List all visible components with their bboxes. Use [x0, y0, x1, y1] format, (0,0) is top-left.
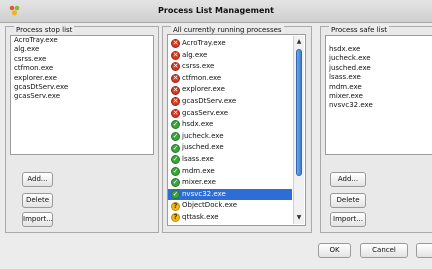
process-row[interactable]: ✓ nvsvc32.exe: [168, 188, 292, 201]
safe-add-button[interactable]: Add...: [330, 172, 366, 187]
stop-list-label: Process stop list: [14, 26, 75, 34]
process-name: lsass.exe: [182, 154, 214, 163]
stop-icon: ✕: [171, 62, 180, 72]
process-row[interactable]: ✓ hsdx.exe: [168, 119, 292, 131]
question-icon: ?: [171, 213, 180, 223]
process-row[interactable]: ✕ ctfmon.exe: [168, 73, 292, 85]
process-row[interactable]: ✕ csrss.exe: [168, 61, 292, 73]
check-icon: ✓: [171, 143, 180, 153]
list-item[interactable]: AcroTray.exe: [11, 36, 153, 45]
check-icon: ✓: [171, 120, 180, 130]
safe-import-button[interactable]: Import...: [330, 212, 366, 227]
apply-button[interactable]: [416, 243, 432, 258]
list-item[interactable]: csrss.exe: [11, 55, 153, 64]
running-rows: ✕ AcroTray.exe ✕ alg.exe ✕ csrss.exe ✕ ctfmon.e…: [168, 38, 292, 224]
list-item[interactable]: mdm.exe: [326, 83, 432, 92]
running-label: All currently running processes: [171, 26, 284, 34]
title-bar: Process List Management: [0, 0, 432, 23]
safe-list-label: Process safe list: [329, 26, 389, 34]
process-name: mixer.exe: [182, 178, 216, 187]
check-icon: ✓: [171, 155, 180, 165]
list-item[interactable]: mixer.exe: [326, 92, 432, 101]
process-name: mdm.exe: [182, 166, 215, 175]
list-item[interactable]: alg.exe: [11, 45, 153, 54]
process-name: nvsvc32.exe: [182, 189, 226, 198]
process-row[interactable]: ✓ mixer.exe: [168, 177, 292, 189]
scroll-down-arrow-icon[interactable]: ▼: [294, 213, 304, 223]
list-item[interactable]: nvsvc32.exe: [326, 101, 432, 110]
process-row[interactable]: ✕ gcasServ.exe: [168, 108, 292, 120]
stop-list-group: Process stop list AcroTray.exe alg.exe csr…: [5, 26, 159, 233]
process-row[interactable]: ✓ jucheck.exe: [168, 131, 292, 143]
stop-icon: ✕: [171, 39, 180, 49]
stop-delete-button[interactable]: Delete: [22, 193, 53, 208]
process-row[interactable]: ✓ mdm.exe: [168, 166, 292, 178]
process-name: csrss.exe: [182, 62, 215, 71]
process-row[interactable]: ✕ explorer.exe: [168, 84, 292, 96]
scroll-thumb[interactable]: [296, 49, 302, 176]
process-row[interactable]: ? qttask.exe: [168, 212, 292, 224]
process-row[interactable]: ? ObjectDock.exe: [168, 200, 292, 212]
process-name: gcasServ.exe: [182, 108, 229, 117]
list-item[interactable]: explorer.exe: [11, 74, 153, 83]
stop-icon: ✕: [171, 85, 180, 95]
list-item[interactable]: jucheck.exe: [326, 54, 432, 63]
process-name: ctfmon.exe: [182, 73, 222, 82]
process-row[interactable]: ✓ jusched.exe: [168, 142, 292, 154]
question-icon: ?: [171, 201, 180, 211]
scroll-up-arrow-icon[interactable]: ▲: [294, 37, 304, 47]
process-row[interactable]: ✕ AcroTray.exe: [168, 38, 292, 50]
process-name: hsdx.exe: [182, 120, 214, 129]
process-row[interactable]: ✕ alg.exe: [168, 50, 292, 62]
process-name: explorer.exe: [182, 85, 225, 94]
ok-button[interactable]: OK: [318, 243, 351, 258]
stop-list[interactable]: AcroTray.exe alg.exe csrss.exe ctfmon.exe ex…: [10, 35, 154, 155]
safe-delete-button[interactable]: Delete: [330, 193, 366, 208]
check-icon: ✓: [171, 178, 180, 188]
process-name: jusched.exe: [182, 143, 224, 152]
check-icon: ✓: [171, 166, 180, 176]
safe-list[interactable]: hsdx.exe jucheck.exe jusched.exe lsass.exe m…: [325, 35, 432, 155]
stop-icon: ✕: [171, 108, 180, 118]
running-group: All currently running processes ✕ AcroTra…: [162, 26, 312, 233]
process-name: jucheck.exe: [182, 131, 224, 140]
stop-import-button[interactable]: Import...: [22, 212, 53, 227]
cancel-button[interactable]: Cancel: [360, 243, 408, 258]
process-name: ObjectDock.exe: [182, 201, 238, 210]
running-scrollbar[interactable]: ▲ ▼: [293, 36, 304, 224]
check-icon: ✓: [171, 132, 180, 142]
process-name: gcasDtServ.exe: [182, 96, 237, 105]
running-list[interactable]: ✕ AcroTray.exe ✕ alg.exe ✕ csrss.exe ✕ ctfmon.e…: [167, 34, 306, 226]
stop-add-button[interactable]: Add...: [22, 172, 53, 187]
list-item[interactable]: gcasDtServ.exe: [11, 83, 153, 92]
process-row[interactable]: ✕ gcasDtServ.exe: [168, 96, 292, 108]
stop-icon: ✕: [171, 97, 180, 107]
list-item[interactable]: hsdx.exe: [326, 45, 432, 54]
process-name: alg.exe: [182, 50, 208, 59]
stop-icon: ✕: [171, 74, 180, 84]
list-item[interactable]: gcasServ.exe: [11, 92, 153, 101]
list-item[interactable]: jusched.exe: [326, 64, 432, 73]
stop-icon: ✕: [171, 50, 180, 60]
process-row[interactable]: ✓ lsass.exe: [168, 154, 292, 166]
process-name: AcroTray.exe: [182, 39, 226, 47]
safe-list-group: Process safe list hsdx.exe jucheck.exe jus…: [320, 26, 432, 233]
process-name: qttask.exe: [182, 212, 219, 221]
window-title: Process List Management: [158, 6, 274, 15]
list-item[interactable]: ctfmon.exe: [11, 64, 153, 73]
check-icon: ✓: [171, 190, 180, 200]
list-item[interactable]: lsass.exe: [326, 73, 432, 82]
